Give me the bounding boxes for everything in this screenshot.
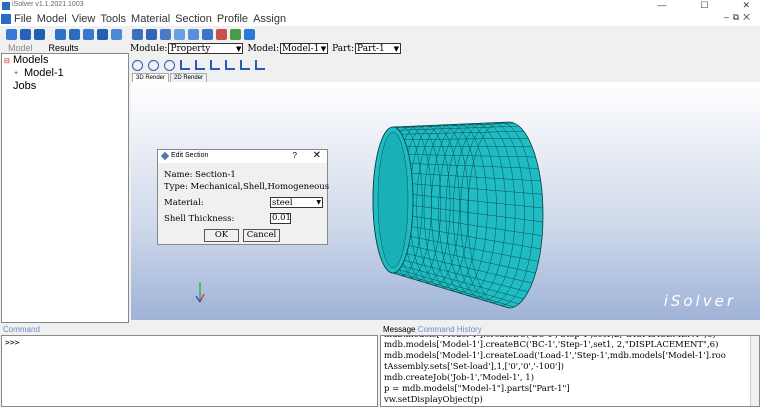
view-back-icon[interactable]: [195, 60, 205, 70]
menu-file[interactable]: File: [14, 12, 32, 26]
cloud-icon[interactable]: [230, 28, 241, 40]
shell-thickness-input[interactable]: 0.01: [270, 213, 291, 224]
module-label: Module:: [130, 43, 168, 54]
isolver-watermark: iSolver: [663, 292, 736, 310]
part-select[interactable]: Part-1 ▼: [355, 43, 402, 54]
command-input[interactable]: >>>: [1, 335, 378, 407]
tab-message[interactable]: Message: [383, 325, 415, 334]
load-icon[interactable]: [216, 28, 227, 40]
new-file-icon[interactable]: [6, 28, 17, 40]
ok-button[interactable]: OK: [204, 229, 239, 242]
pan-icon[interactable]: [132, 59, 143, 71]
view-front-icon[interactable]: [180, 60, 190, 70]
view-toolbar: [132, 59, 265, 71]
render-tabs: 3D Render 2D Render: [132, 73, 208, 82]
menu-tools[interactable]: Tools: [100, 12, 126, 26]
message-log: mdb.models['Model-1'].createBC('BC-1','S…: [380, 335, 760, 407]
command-prompt: >>>: [5, 338, 20, 347]
module-select[interactable]: Property ▼: [168, 43, 244, 54]
tree-item-jobs[interactable]: Jobs: [13, 80, 36, 92]
edit-section-dialog: Edit Section ? ✕ Name: Section-1 Type: M…: [157, 149, 330, 245]
message-scrollbar[interactable]: [750, 336, 759, 406]
view-top-icon[interactable]: [210, 60, 220, 70]
app-logo-icon: [2, 2, 10, 10]
tab-2d-render[interactable]: 2D Render: [170, 73, 208, 82]
chevron-down-icon: ▼: [393, 44, 400, 53]
material-icon[interactable]: [160, 28, 171, 40]
sphere-icon[interactable]: [174, 28, 185, 40]
create-part-icon[interactable]: [55, 28, 66, 40]
message-line: vw.setDisplayObject(p): [384, 395, 483, 405]
window-title: iSolver v1.1.2021.1003: [12, 1, 84, 8]
main-toolbar: [0, 27, 760, 41]
tree-expander-icon[interactable]: ⊟: [4, 57, 10, 65]
menu-assign[interactable]: Assign: [253, 12, 286, 26]
material-select-value: steel: [272, 197, 293, 208]
model-select[interactable]: Model-1 ▼: [280, 43, 329, 54]
tab-command-history[interactable]: Command History: [418, 325, 482, 334]
command-pane-header: Command: [3, 325, 40, 334]
shell-thickness-label: Shell Thickness:: [164, 214, 235, 224]
cancel-button[interactable]: Cancel: [243, 229, 280, 242]
part-label: Part:: [332, 43, 355, 54]
section-type-text: Type: Mechanical,Shell,Homogeneous: [164, 182, 330, 192]
module-select-value: Property: [170, 43, 211, 54]
cylinder-inner-face: [377, 131, 409, 269]
dialog-app-icon: [160, 151, 170, 161]
model-tree: ⊟ Models + Model-1 Jobs: [1, 53, 129, 323]
model-label: Model:: [247, 43, 280, 54]
module-bar: Module: Property ▼ Model: Model-1 ▼ Part…: [130, 42, 402, 55]
menu-model[interactable]: Model: [37, 12, 67, 26]
menu-bar: File Model View Tools Material Section P…: [0, 12, 760, 26]
chevron-down-icon: ▼: [236, 44, 242, 53]
message-line: p = mdb.models["Model-1"].parts["Part-1"…: [384, 384, 570, 394]
view-bottom-icon[interactable]: [225, 60, 235, 70]
shell-icon[interactable]: [111, 28, 122, 40]
dialog-close-button[interactable]: ✕: [313, 150, 321, 161]
view-left-icon[interactable]: [240, 60, 250, 70]
dialog-title: Edit Section: [171, 152, 209, 159]
mesh-icon[interactable]: [132, 28, 143, 40]
dialog-titlebar[interactable]: Edit Section ? ✕: [158, 150, 327, 163]
info-icon[interactable]: [244, 28, 255, 40]
boundary-icon[interactable]: [202, 28, 213, 40]
axis-triad-icon: [195, 282, 205, 303]
open-folder-icon[interactable]: [20, 28, 31, 40]
message-tabs: Message Command History: [383, 325, 482, 334]
tab-3d-render[interactable]: 3D Render: [132, 73, 170, 82]
chevron-down-icon: ▼: [316, 199, 321, 206]
view-right-icon[interactable]: [255, 60, 265, 70]
revolve-icon[interactable]: [83, 28, 94, 40]
rotate-icon[interactable]: [148, 59, 159, 71]
material-label: Material:: [164, 198, 204, 208]
help-button[interactable]: ?: [293, 151, 297, 160]
section-icon[interactable]: [188, 28, 199, 40]
fit-view-icon[interactable]: [164, 59, 175, 71]
mdi-window-controls[interactable]: –⧉✕: [724, 12, 754, 23]
menu-profile[interactable]: Profile: [217, 12, 248, 26]
chevron-down-icon: ▼: [320, 44, 327, 53]
save-icon[interactable]: [34, 28, 45, 40]
tree-item-models[interactable]: Models: [13, 54, 48, 66]
model-select-value: Model-1: [282, 43, 320, 54]
message-line: mdb.models['Model-1'].createBC('BC-1','S…: [384, 340, 719, 350]
menu-material[interactable]: Material: [131, 12, 170, 26]
message-line: tAssembly.sets['Set-load'],1,['0','0','-…: [384, 362, 564, 372]
message-line: mdb.createJob('Job-1','Model-1', 1): [384, 373, 535, 383]
message-line: mdb.models['Model-1'].createLoad('Load-1…: [384, 351, 726, 361]
extrude-icon[interactable]: [69, 28, 80, 40]
material-select[interactable]: steel ▼: [270, 197, 323, 208]
menu-view[interactable]: View: [72, 12, 96, 26]
tree-bullet-icon: +: [14, 70, 19, 77]
menu-section[interactable]: Section: [175, 12, 212, 26]
part-select-value: Part-1: [357, 43, 385, 54]
app-menu-icon[interactable]: [1, 14, 11, 24]
sweep-icon[interactable]: [97, 28, 108, 40]
tree-item-model-1[interactable]: Model-1: [24, 67, 64, 79]
grid-icon[interactable]: [146, 28, 157, 40]
section-name-text: Name: Section-1: [164, 170, 236, 180]
